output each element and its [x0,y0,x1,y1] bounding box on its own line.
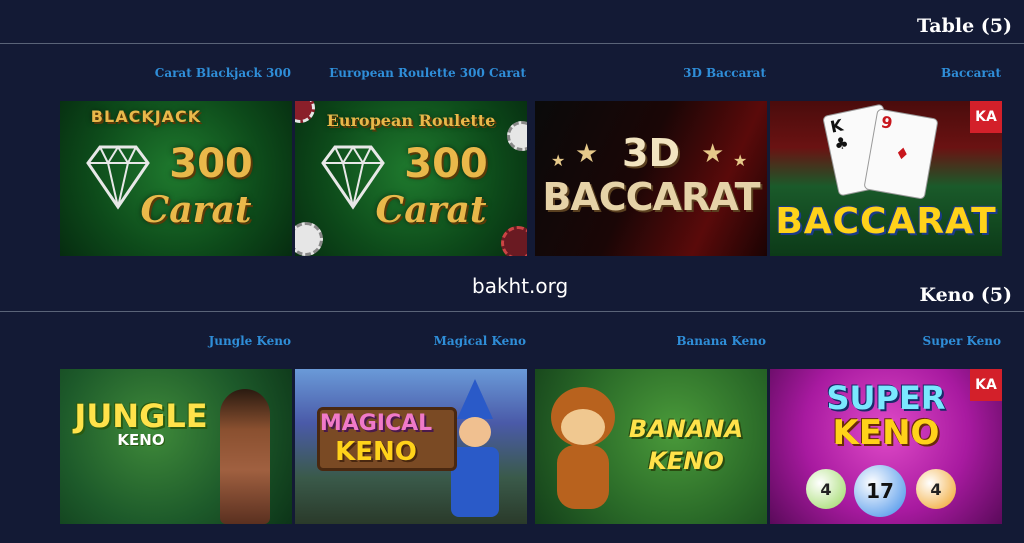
tile-art-bottom: KENO [335,437,417,467]
game-label-3d-baccarat[interactable]: 3D Baccarat [683,66,766,80]
tile-art-top: MAGICAL [319,411,433,436]
game-label-jungle-keno[interactable]: Jungle Keno [209,334,291,348]
ka-badge: KA [970,101,1002,133]
tile-art-bottom: BACCARAT [775,201,997,242]
tile-art-bottom: Carat [140,189,252,231]
game-tile-baccarat[interactable]: K ♣ 9 ♦ KA BACCARAT [770,101,1002,256]
section-title-keno: Keno (5) [919,284,1013,306]
section-divider [0,311,1024,312]
game-tile-super-keno[interactable]: KA SUPER KENO 4 17 4 [770,369,1002,524]
tile-art-top: European Roulette [326,111,496,130]
tile-art-bottom: BACCARAT [542,175,760,219]
game-tile-banana-keno[interactable]: BANANA KENO [535,369,767,524]
game-label-magical-keno[interactable]: Magical Keno [434,334,526,348]
tile-art-number: 300 [169,141,253,187]
keno-ball: 4 [806,469,846,509]
tile-art-bottom: KENO [832,413,940,453]
game-tile-magical-keno[interactable]: MAGICAL KENO [295,369,527,524]
section-title-table: Table (5) [916,15,1012,37]
keno-ball: 4 [916,469,956,509]
section-divider [0,43,1024,44]
tile-art-bottom: KENO [117,431,165,449]
tile-art-top: BLACKJACK [90,107,202,126]
playing-card-icon: 9 ♦ [863,108,939,200]
game-label-carat-blackjack[interactable]: Carat Blackjack 300 [155,66,291,80]
tile-art-top: 3D [622,131,680,175]
tile-art-number: 300 [404,141,488,187]
game-tile-jungle-keno[interactable]: JUNGLE KENO [60,369,292,524]
tile-art-top: JUNGLE [74,397,208,435]
game-label-european-roulette[interactable]: European Roulette 300 Carat [329,66,526,80]
watermark-text: bakht.org [472,274,569,298]
game-label-baccarat[interactable]: Baccarat [941,66,1001,80]
game-tile-carat-blackjack[interactable]: BLACKJACK 300 Carat [60,101,292,256]
game-label-banana-keno[interactable]: Banana Keno [676,334,766,348]
tile-art-bottom: KENO [648,447,724,475]
tile-art-bottom: Carat [375,189,487,231]
tile-art-top: BANANA [628,415,744,443]
tile-art-top: SUPER [826,379,946,417]
chip-icon [295,222,323,256]
keno-ball: 17 [854,465,906,517]
game-tile-3d-baccarat[interactable]: ★ ★ ★ ★ 3D BACCARAT [535,101,767,256]
game-label-super-keno[interactable]: Super Keno [923,334,1001,348]
game-tile-european-roulette[interactable]: European Roulette 300 Carat [295,101,527,256]
